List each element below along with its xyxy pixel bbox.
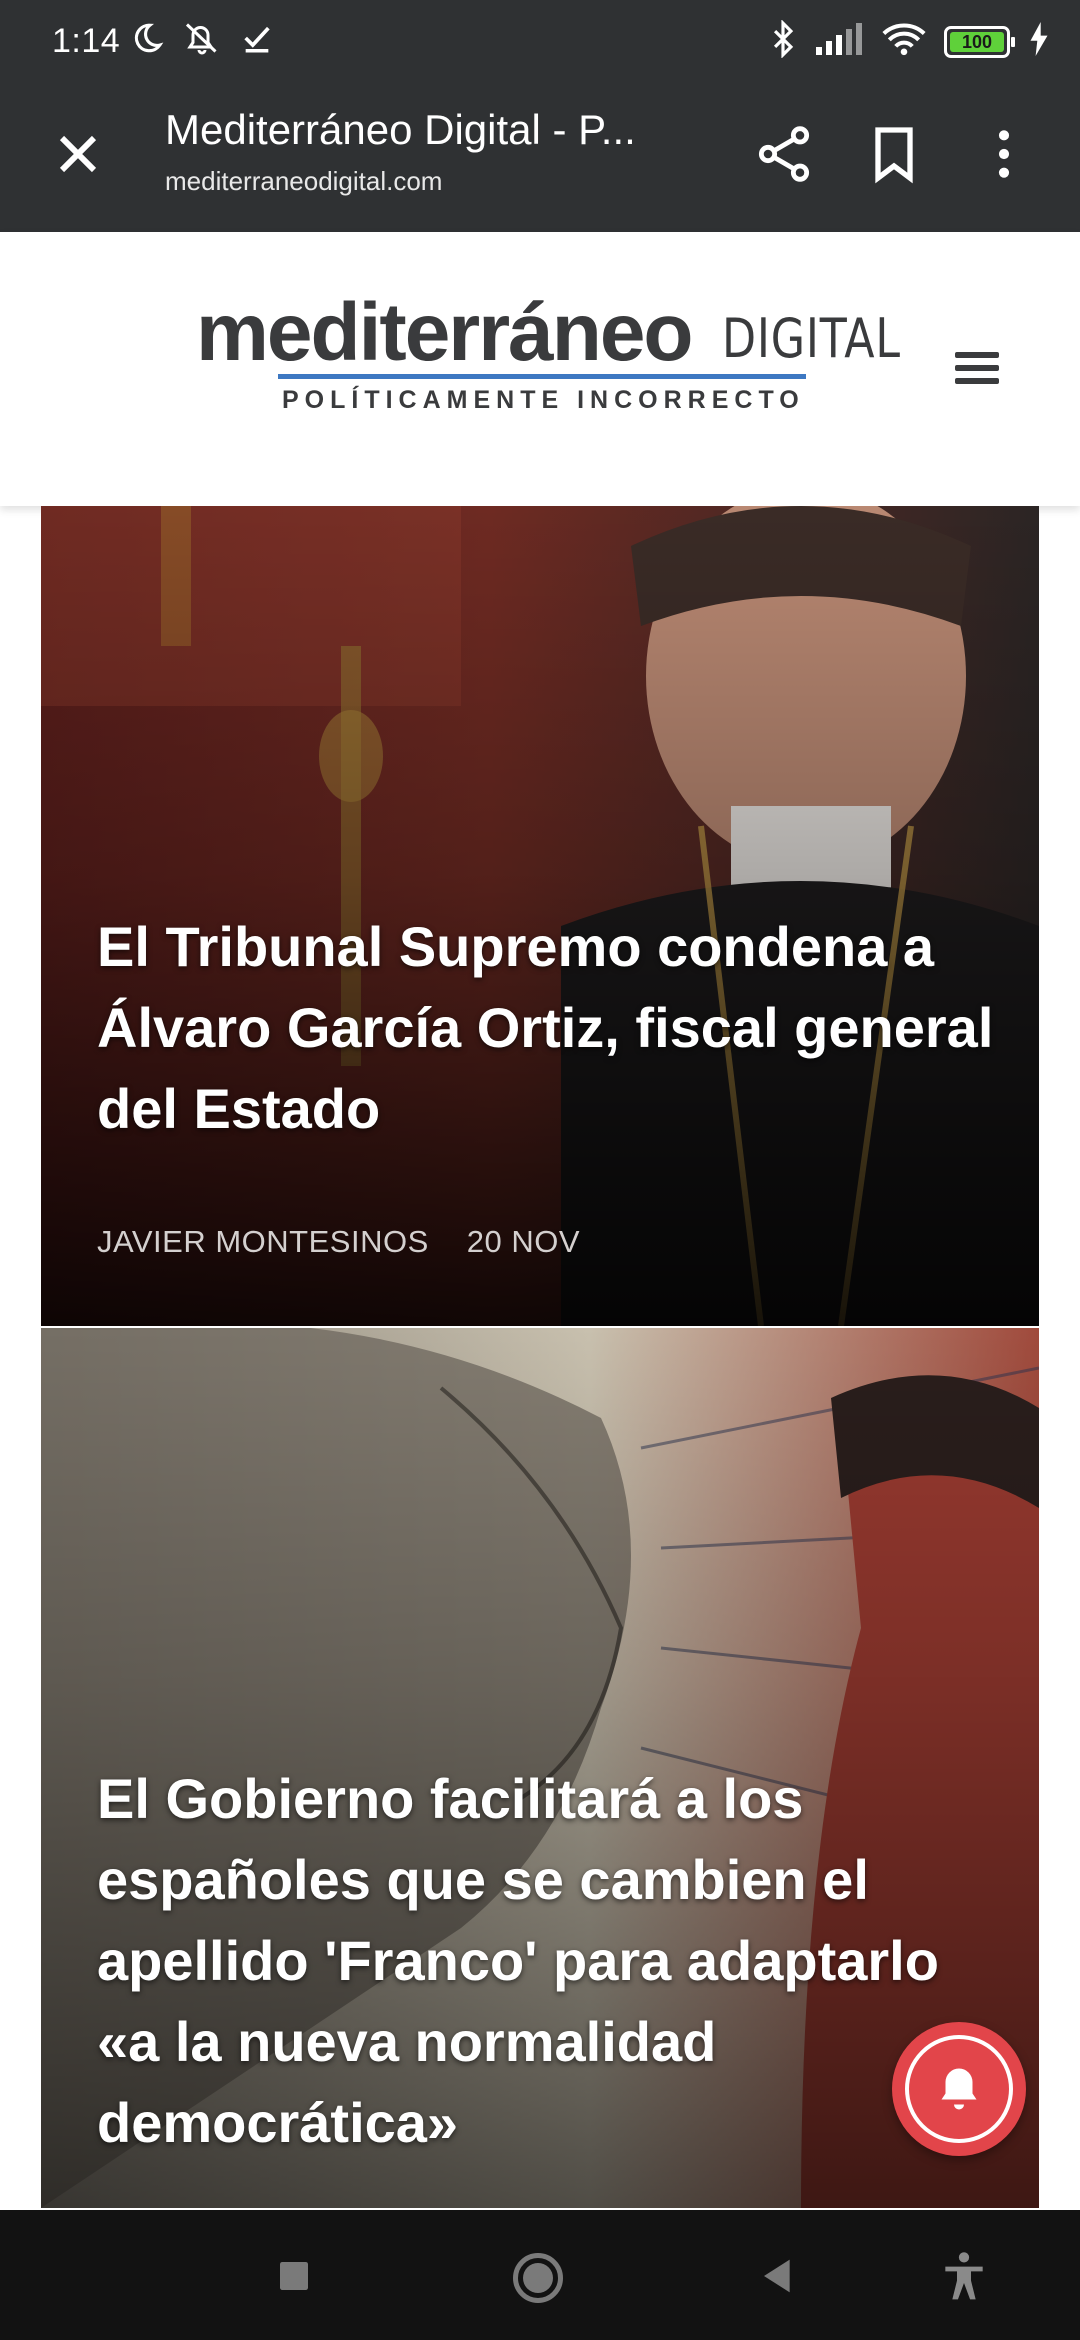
system-nav-bar — [0, 2210, 1080, 2340]
custom-tab-toolbar: Mediterráneo Digital - P... mediterraneo… — [0, 86, 1080, 232]
logo-tagline: POLÍTICAMENTE INCORRECTO — [282, 386, 805, 414]
page-title: Mediterráneo Digital - P... — [165, 106, 636, 153]
logo-underline — [278, 374, 806, 379]
article-card[interactable]: El Gobierno facilitará a los españoles q… — [41, 1328, 1039, 2208]
charging-icon — [1028, 22, 1050, 61]
notification-bell-button[interactable] — [892, 2022, 1026, 2156]
logo-main: mediterráneo — [196, 287, 694, 378]
article-headline[interactable]: El Tribunal Supremo condena a Álvaro Gar… — [97, 906, 997, 1149]
bluetooth-icon — [770, 19, 796, 63]
logo-suffix: DIGITAL — [722, 307, 901, 370]
bell-icon — [929, 2057, 989, 2122]
close-icon[interactable] — [46, 122, 110, 186]
site-header: mediterráneo DIGITAL POLÍTICAMENTE INCOR… — [0, 232, 1080, 506]
page-url: mediterraneodigital.com — [165, 166, 443, 196]
article-author[interactable]: JAVIER MONTESINOS — [97, 1224, 429, 1259]
signal-icon — [814, 23, 864, 60]
home-circle-icon[interactable] — [508, 2248, 564, 2304]
article-headline[interactable]: El Gobierno facilitará a los españoles q… — [97, 1758, 997, 2163]
check-icon — [240, 21, 274, 60]
moon-icon — [130, 21, 164, 60]
status-bar: 1:14 100 — [0, 0, 1080, 86]
battery-icon: 100 — [944, 25, 1015, 58]
article-card[interactable]: El Tribunal Supremo condena a Álvaro Gar… — [41, 506, 1039, 1326]
back-triangle-icon[interactable] — [750, 2248, 806, 2304]
share-icon[interactable] — [752, 122, 816, 186]
site-logo[interactable]: mediterráneo DIGITAL POLÍTICAMENTE INCOR… — [196, 287, 900, 422]
wifi-icon — [882, 22, 926, 61]
article-date: 20 NOV — [466, 1224, 581, 1259]
notifications-off-icon — [182, 20, 222, 61]
bookmark-icon[interactable] — [862, 122, 926, 186]
article-meta: JAVIER MONTESINOS 20 NOV — [97, 1224, 580, 1260]
more-vert-icon[interactable] — [972, 122, 1036, 186]
status-time: 1:14 — [52, 22, 121, 60]
accessibility-icon[interactable] — [936, 2248, 992, 2304]
recents-square-icon[interactable] — [266, 2248, 322, 2304]
hamburger-menu-icon[interactable] — [955, 352, 999, 388]
